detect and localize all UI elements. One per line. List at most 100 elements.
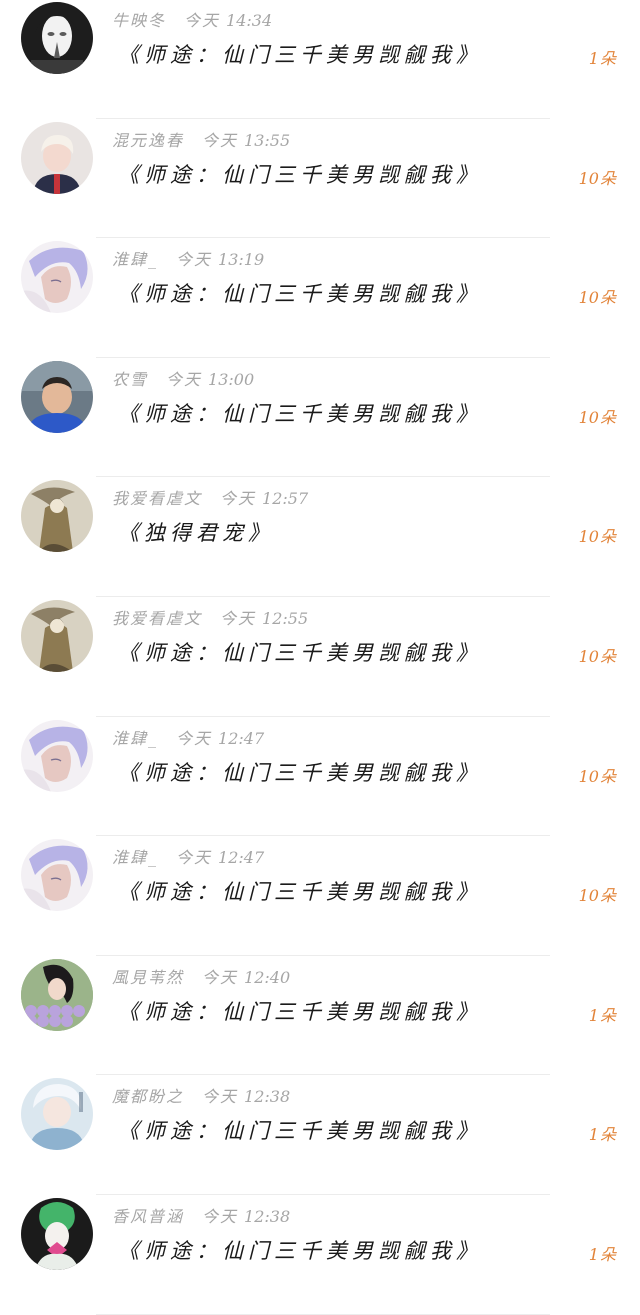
record-meta: 魔都盼之 今天 12:38 xyxy=(112,1083,290,1107)
gift-record-row[interactable]: 魔都盼之 今天 12:38 《师途：仙门三千美男觊觎我》 1朵 xyxy=(0,1075,640,1195)
record-time: 13:55 xyxy=(244,130,291,150)
book-title[interactable]: 《师途：仙门三千美男觊觎我》 xyxy=(118,278,482,310)
gift-record-row[interactable]: 混元逸春 今天 13:55 《师途：仙门三千美男觊觎我》 10朵 xyxy=(0,119,640,239)
flower-count-number: 1 xyxy=(588,1244,599,1264)
user-name[interactable]: 农雪 xyxy=(112,366,148,390)
gift-record-row[interactable]: 風見苇然 今天 12:40 《师途：仙门三千美男觊觎我》 1朵 xyxy=(0,956,640,1076)
record-day: 今天 xyxy=(220,489,257,509)
record-meta: 我爱看虐文 今天 12:55 xyxy=(112,605,308,629)
record-time: 12:57 xyxy=(262,489,309,509)
user-name[interactable]: 淮肆_ xyxy=(112,725,158,749)
record-meta: 淮肆_ 今天 13:19 xyxy=(112,246,264,270)
flower-count-unit: 朵 xyxy=(599,527,616,547)
flower-count-unit: 朵 xyxy=(599,886,616,906)
record-meta: 淮肆_ 今天 12:47 xyxy=(112,844,264,868)
record-time: 14:34 xyxy=(226,11,273,30)
book-title[interactable]: 《师途：仙门三千美男觊觎我》 xyxy=(118,757,482,789)
child-photo-avatar[interactable] xyxy=(21,360,93,433)
avatar-image xyxy=(21,360,93,433)
book-title[interactable]: 《师途：仙门三千美男觊觎我》 xyxy=(118,637,482,669)
anime-lavender-avatar[interactable] xyxy=(21,241,93,314)
gift-record-list: 牛映冬 今天 14:34 《师途：仙门三千美男觊觎我》 1朵 混元逸春 今天 13:55 《师途… xyxy=(0,0,640,1315)
avatar-image xyxy=(21,480,93,553)
book-title[interactable]: 《师途：仙门三千美男觊觎我》 xyxy=(118,1115,482,1147)
green-sprite-avatar[interactable] xyxy=(21,1197,93,1270)
record-meta: 我爱看虐文 今天 12:57 xyxy=(112,485,308,509)
record-day: 今天 xyxy=(176,250,213,270)
record-time: 12:38 xyxy=(244,1087,291,1107)
record-meta: 香风普涵 今天 12:38 xyxy=(112,1203,290,1227)
record-day: 今天 xyxy=(202,1087,239,1107)
book-title[interactable]: 《师途：仙门三千美男觊觎我》 xyxy=(118,876,482,908)
blue-anime-avatar[interactable] xyxy=(21,1078,93,1151)
flower-count: 10朵 xyxy=(579,763,616,787)
flowers-girl-avatar[interactable] xyxy=(21,958,93,1031)
flower-count-number: 10 xyxy=(578,886,599,906)
user-name[interactable]: 淮肆_ xyxy=(112,246,158,270)
user-name[interactable]: 魔都盼之 xyxy=(112,1083,184,1107)
user-name[interactable]: 我爱看虐文 xyxy=(112,605,202,629)
row-divider xyxy=(96,1313,550,1315)
flower-count-unit: 朵 xyxy=(599,766,616,786)
gift-record-row[interactable]: 牛映冬 今天 14:34 《师途：仙门三千美男觊觎我》 1朵 xyxy=(0,0,640,119)
anime-lavender-avatar[interactable] xyxy=(21,839,93,912)
record-meta: 混元逸春 今天 13:55 xyxy=(112,127,290,151)
flower-count: 10朵 xyxy=(579,404,616,428)
flower-count: 10朵 xyxy=(579,523,616,547)
record-day: 今天 xyxy=(202,1206,239,1226)
user-name[interactable]: 風見苇然 xyxy=(112,964,184,988)
record-meta: 淮肆_ 今天 12:47 xyxy=(112,725,264,749)
record-day: 今天 xyxy=(166,369,203,389)
anime-lavender-avatar[interactable] xyxy=(21,719,93,792)
record-meta: 風見苇然 今天 12:40 xyxy=(112,964,290,988)
flower-count-unit: 朵 xyxy=(599,646,616,666)
book-title[interactable]: 《师途：仙门三千美男觊觎我》 xyxy=(118,159,482,191)
avatar-image xyxy=(21,1078,93,1151)
user-name[interactable]: 淮肆_ xyxy=(112,844,158,868)
user-name[interactable]: 我爱看虐文 xyxy=(112,485,202,509)
flower-count-number: 1 xyxy=(588,49,599,68)
record-day: 今天 xyxy=(220,608,257,628)
flower-count-unit: 朵 xyxy=(599,49,616,68)
book-title[interactable]: 《师途：仙门三千美男觊觎我》 xyxy=(118,39,482,71)
book-title[interactable]: 《师途：仙门三千美男觊觎我》 xyxy=(118,996,482,1028)
user-name[interactable]: 牛映冬 xyxy=(112,7,166,31)
gift-record-row[interactable]: 淮肆_ 今天 12:47 《师途：仙门三千美男觊觎我》 10朵 xyxy=(0,717,640,837)
record-time: 12:40 xyxy=(244,967,291,987)
book-title[interactable]: 《独得君宠》 xyxy=(118,517,274,549)
avatar-image xyxy=(21,599,93,672)
gift-record-row[interactable]: 香风普涵 今天 12:38 《师途：仙门三千美男觊觎我》 1朵 xyxy=(0,1195,640,1315)
gift-record-row[interactable]: 淮肆_ 今天 12:47 《师途：仙门三千美男觊觎我》 10朵 xyxy=(0,836,640,956)
gift-record-row[interactable]: 农雪 今天 13:00 《师途：仙门三千美男觊觎我》 10朵 xyxy=(0,358,640,478)
record-day: 今天 xyxy=(176,728,213,748)
record-time: 12:55 xyxy=(262,608,309,628)
book-title[interactable]: 《师途：仙门三千美男觊觎我》 xyxy=(118,1235,482,1267)
record-time: 13:00 xyxy=(208,369,255,389)
ink-painting-avatar[interactable] xyxy=(21,599,93,672)
flower-count: 1朵 xyxy=(589,1002,616,1026)
gift-record-row[interactable]: 淮肆_ 今天 13:19 《师途：仙门三千美男觊觎我》 10朵 xyxy=(0,238,640,358)
avatar-image xyxy=(21,121,93,194)
gift-record-row[interactable]: 我爱看虐文 今天 12:57 《独得君宠》 10朵 xyxy=(0,477,640,597)
user-name[interactable]: 香风普涵 xyxy=(112,1203,184,1227)
record-day: 今天 xyxy=(202,130,239,150)
flower-count: 10朵 xyxy=(579,165,616,189)
record-day: 今天 xyxy=(176,848,213,868)
flower-count-number: 10 xyxy=(578,288,599,308)
flower-count-number: 1 xyxy=(588,1125,599,1145)
record-day: 今天 xyxy=(202,967,239,987)
flower-count-unit: 朵 xyxy=(599,1244,616,1264)
flower-count-number: 10 xyxy=(578,527,599,547)
book-title[interactable]: 《师途：仙门三千美男觊觎我》 xyxy=(118,398,482,430)
flower-count-unit: 朵 xyxy=(599,407,616,427)
record-day: 今天 xyxy=(184,11,221,30)
ink-painting-avatar[interactable] xyxy=(21,480,93,553)
flower-count-number: 10 xyxy=(578,407,599,427)
gift-record-row[interactable]: 我爱看虐文 今天 12:55 《师途：仙门三千美男觊觎我》 10朵 xyxy=(0,597,640,717)
avatar-image xyxy=(21,1197,93,1270)
flower-count-number: 1 xyxy=(588,1005,599,1025)
dark-mask-avatar[interactable] xyxy=(21,2,93,74)
user-name[interactable]: 混元逸春 xyxy=(112,127,184,151)
blonde-boy-avatar[interactable] xyxy=(21,121,93,194)
record-meta: 牛映冬 今天 14:34 xyxy=(112,7,272,31)
